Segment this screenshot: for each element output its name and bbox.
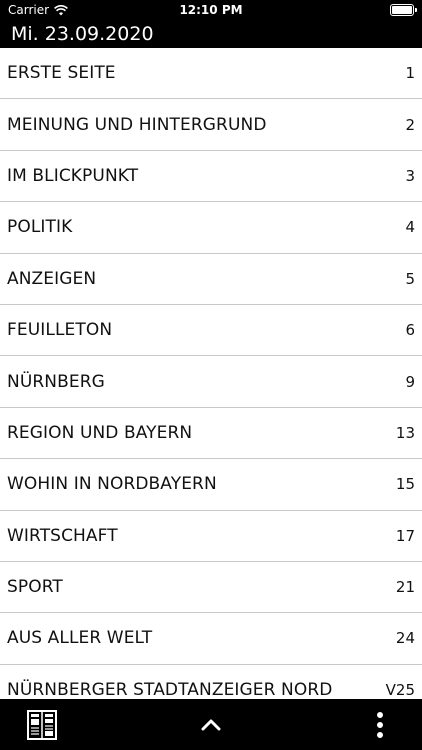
section-page-number: 4 — [405, 218, 415, 237]
section-label: REGION UND BAYERN — [7, 422, 193, 443]
section-page-number: 6 — [405, 321, 415, 340]
section-row[interactable]: IM BLICKPUNKT 3 — [0, 151, 422, 203]
section-page-number: 13 — [395, 423, 415, 442]
section-page-number: 2 — [405, 115, 415, 134]
section-row[interactable]: FEUILLETON 6 — [0, 305, 422, 357]
section-page-number: 24 — [395, 629, 415, 648]
section-row[interactable]: POLITIK 4 — [0, 202, 422, 254]
section-page-number: 17 — [395, 526, 415, 545]
section-row[interactable]: ERSTE SEITE 1 — [0, 48, 422, 100]
more-vertical-icon — [377, 712, 383, 738]
section-row[interactable]: MEINUNG UND HINTERGRUND 2 — [0, 99, 422, 151]
issue-date: Mi. 23.09.2020 — [0, 22, 422, 48]
section-row[interactable]: AUS ALLER WELT 24 — [0, 613, 422, 665]
section-label: POLITIK — [7, 217, 73, 238]
section-label: MEINUNG UND HINTERGRUND — [7, 114, 267, 135]
section-page-number: 15 — [395, 475, 415, 494]
collapse-button[interactable] — [195, 709, 227, 741]
section-page-number: 5 — [405, 269, 415, 288]
bottom-toolbar — [0, 699, 422, 750]
newspaper-pages-icon — [27, 710, 57, 740]
section-label: ERSTE SEITE — [7, 63, 116, 84]
section-label: NÜRNBERGER STADTANZEIGER NORD — [7, 679, 333, 699]
section-row[interactable]: WIRTSCHAFT 17 — [0, 511, 422, 562]
chevron-up-icon — [201, 719, 221, 731]
section-label: FEUILLETON — [7, 320, 113, 341]
section-label: WIRTSCHAFT — [7, 525, 118, 546]
page-overview-button[interactable] — [26, 709, 58, 741]
section-page-number: V25 — [385, 680, 415, 699]
battery-level — [392, 6, 412, 14]
section-row[interactable]: REGION UND BAYERN 13 — [0, 408, 422, 460]
section-label: SPORT — [7, 577, 63, 598]
section-row[interactable]: SPORT 21 — [0, 562, 422, 614]
section-label: ANZEIGEN — [7, 268, 97, 289]
battery-icon — [390, 4, 417, 16]
section-label: AUS ALLER WELT — [7, 628, 153, 649]
section-row[interactable]: NÜRNBERG 9 — [0, 356, 422, 408]
section-page-number: 3 — [405, 166, 415, 185]
section-label: IM BLICKPUNKT — [7, 165, 139, 186]
section-page-number: 1 — [405, 64, 415, 83]
section-label: NÜRNBERG — [7, 371, 105, 392]
section-row[interactable]: NÜRNBERGER STADTANZEIGER NORD V25 — [0, 665, 422, 699]
section-list[interactable]: ERSTE SEITE 1 MEINUNG UND HINTERGRUND 2 IM B… — [0, 48, 422, 699]
section-page-number: 9 — [405, 372, 415, 391]
status-time: 12:10 PM — [179, 3, 243, 17]
status-bar: Carrier 12:10 PM — [0, 0, 422, 22]
section-label: WOHIN IN NORDBAYERN — [7, 474, 217, 495]
section-row[interactable]: ANZEIGEN 5 — [0, 254, 422, 305]
section-page-number: 21 — [395, 578, 415, 597]
section-row[interactable]: WOHIN IN NORDBAYERN 15 — [0, 459, 422, 511]
more-menu-button[interactable] — [364, 709, 396, 741]
